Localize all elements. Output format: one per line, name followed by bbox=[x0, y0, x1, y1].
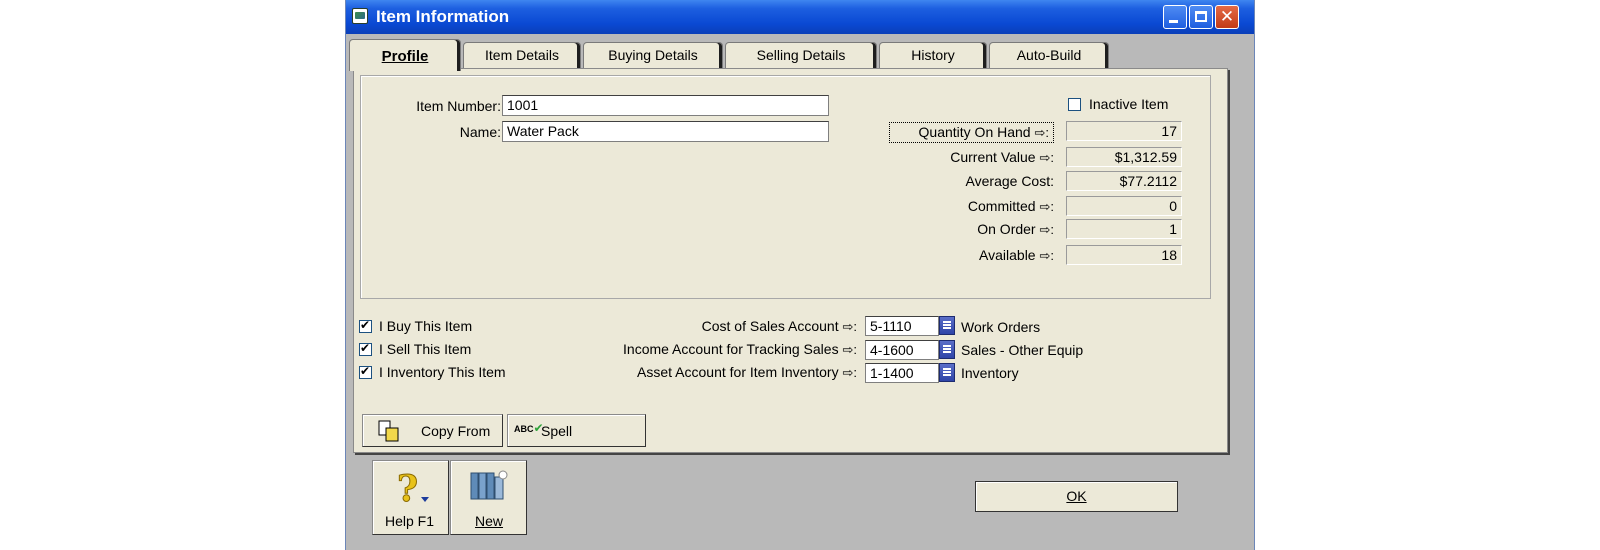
stat-label: Available bbox=[979, 247, 1036, 263]
inactive-item-checkbox[interactable] bbox=[1068, 98, 1081, 111]
close-icon: ✕ bbox=[1219, 7, 1235, 26]
inventory-item-checkbox[interactable] bbox=[359, 364, 372, 379]
profile-panel: Item Number: 1001 Name: Water Pack Inact… bbox=[353, 68, 1228, 453]
spell-check-icon: ABC✔ bbox=[514, 421, 544, 435]
close-button[interactable]: ✕ bbox=[1215, 5, 1239, 29]
new-item-icon bbox=[470, 470, 508, 500]
item-number-field[interactable]: 1001 bbox=[502, 95, 829, 116]
new-label: New bbox=[475, 513, 504, 529]
average-cost-label: Average Cost: bbox=[965, 173, 1054, 189]
income-account-field[interactable]: 4-1600 bbox=[865, 340, 939, 360]
maximize-button[interactable] bbox=[1189, 5, 1213, 29]
tab-selling-details-label: Selling Details bbox=[756, 47, 846, 63]
minimize-icon bbox=[1169, 20, 1178, 23]
tab-history[interactable]: History bbox=[879, 42, 987, 68]
tab-history-label: History bbox=[911, 47, 955, 63]
copy-from-button[interactable]: Copy From bbox=[362, 414, 503, 447]
name-label: Name: bbox=[459, 124, 501, 140]
copy-from-label: Copy From bbox=[421, 423, 491, 439]
help-button[interactable]: ? Help F1 bbox=[372, 460, 449, 535]
committed-link[interactable]: Committed ⇨: bbox=[854, 198, 1054, 215]
copy-icon bbox=[378, 420, 399, 442]
buy-item-label: I Buy This Item bbox=[379, 318, 473, 334]
income-account-link[interactable]: Income Account for Tracking Sales ⇨: bbox=[554, 341, 857, 358]
sell-item-checkbox[interactable] bbox=[359, 341, 372, 356]
tab-profile[interactable]: Profile bbox=[349, 39, 461, 71]
window-title: Item Information bbox=[376, 7, 510, 26]
available-value: 18 bbox=[1066, 245, 1182, 265]
tab-buying-details-label: Buying Details bbox=[608, 47, 698, 63]
zoom-arrow-icon: ⇨: bbox=[842, 319, 857, 334]
help-label: Help F1 bbox=[385, 513, 435, 529]
zoom-arrow-icon: ⇨: bbox=[1034, 125, 1049, 140]
tab-item-details-label: Item Details bbox=[485, 47, 559, 63]
zoom-arrow-icon: ⇨: bbox=[1039, 222, 1054, 237]
quantity-on-hand-value: 17 bbox=[1066, 121, 1182, 141]
income-account-name: Sales - Other Equip bbox=[961, 342, 1084, 358]
account-list-icon[interactable] bbox=[939, 340, 955, 359]
tab-item-details[interactable]: Item Details bbox=[463, 42, 581, 68]
current-value-value: $1,312.59 bbox=[1066, 147, 1182, 167]
zoom-arrow-icon: ⇨: bbox=[842, 342, 857, 357]
inactive-item-label: Inactive Item bbox=[1089, 96, 1169, 112]
tab-profile-label: Profile bbox=[381, 48, 429, 65]
account-label: Cost of Sales Account bbox=[701, 318, 839, 334]
maximize-icon bbox=[1195, 11, 1207, 22]
minimize-button[interactable] bbox=[1163, 5, 1187, 29]
spell-button[interactable]: ABC✔ Spell bbox=[507, 414, 646, 447]
asset-account-field[interactable]: 1-1400 bbox=[865, 363, 939, 383]
ok-button[interactable]: OK bbox=[975, 481, 1178, 512]
asset-account-name: Inventory bbox=[961, 365, 1019, 381]
stat-label: On Order bbox=[977, 221, 1036, 237]
zoom-arrow-icon: ⇨: bbox=[1039, 248, 1054, 263]
on-order-value: 1 bbox=[1066, 219, 1182, 239]
new-button[interactable]: New bbox=[450, 460, 527, 535]
zoom-arrow-icon: ⇨: bbox=[1039, 199, 1054, 214]
account-label: Income Account for Tracking Sales bbox=[623, 341, 839, 357]
available-link[interactable]: Available ⇨: bbox=[854, 247, 1054, 264]
zoom-arrow-icon: ⇨: bbox=[842, 365, 857, 380]
account-label: Asset Account for Item Inventory bbox=[637, 364, 839, 380]
sell-item-label: I Sell This Item bbox=[379, 341, 472, 357]
committed-value: 0 bbox=[1066, 196, 1182, 216]
stat-label: Current Value bbox=[950, 149, 1036, 165]
zoom-arrow-icon: ⇨: bbox=[1039, 150, 1054, 165]
ok-label: OK bbox=[1066, 488, 1087, 504]
title-bar[interactable]: Item Information ✕ bbox=[346, 0, 1254, 34]
spell-icon-text: ABC bbox=[514, 424, 534, 434]
app-icon bbox=[352, 8, 368, 24]
quantity-on-hand-link[interactable]: Quantity On Hand ⇨: bbox=[889, 122, 1054, 143]
inventory-item-label: I Inventory This Item bbox=[379, 364, 506, 380]
on-order-link[interactable]: On Order ⇨: bbox=[854, 221, 1054, 238]
account-list-icon[interactable] bbox=[939, 363, 955, 382]
svg-text:?: ? bbox=[397, 468, 418, 507]
spell-label: Spell bbox=[541, 423, 573, 439]
tab-auto-build-label: Auto-Build bbox=[1016, 47, 1082, 63]
item-number-label: Item Number: bbox=[416, 98, 501, 114]
help-question-icon: ? bbox=[397, 468, 429, 507]
average-cost-value: $77.2112 bbox=[1066, 171, 1182, 191]
cost-of-sales-account-field[interactable]: 5-1110 bbox=[865, 316, 939, 336]
tab-auto-build[interactable]: Auto-Build bbox=[989, 42, 1109, 68]
cost-of-sales-account-name: Work Orders bbox=[961, 319, 1041, 335]
buy-item-checkbox[interactable] bbox=[359, 318, 372, 333]
current-value-link[interactable]: Current Value ⇨: bbox=[854, 149, 1054, 166]
item-information-window: Item Information ✕ Profile Item Details … bbox=[345, 0, 1255, 550]
tab-selling-details[interactable]: Selling Details bbox=[725, 42, 877, 68]
stat-label: Quantity On Hand bbox=[918, 124, 1031, 140]
asset-account-link[interactable]: Asset Account for Item Inventory ⇨: bbox=[554, 364, 857, 381]
name-field[interactable]: Water Pack bbox=[502, 121, 829, 142]
cost-of-sales-account-link[interactable]: Cost of Sales Account ⇨: bbox=[554, 318, 857, 335]
tab-buying-details[interactable]: Buying Details bbox=[583, 42, 723, 68]
stat-label: Committed bbox=[967, 198, 1036, 214]
account-list-icon[interactable] bbox=[939, 316, 955, 335]
